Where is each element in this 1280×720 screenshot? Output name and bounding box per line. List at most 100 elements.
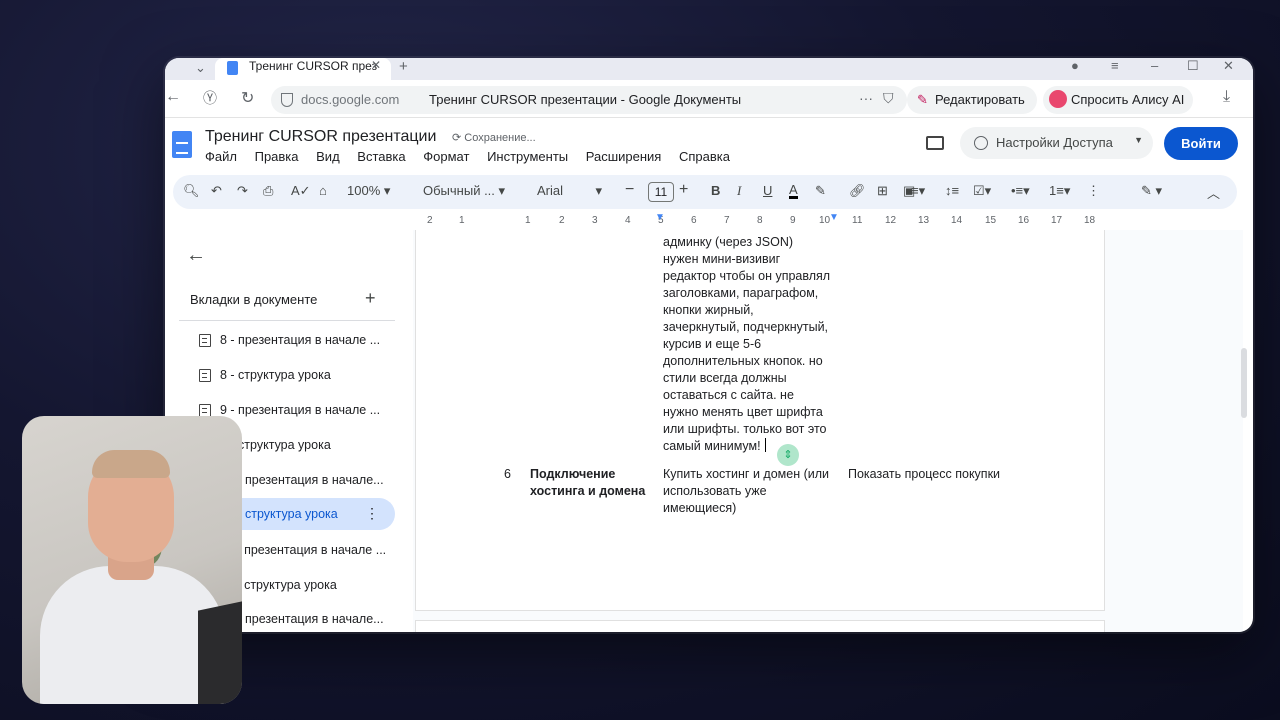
tabs-heading: Вкладки в документе [190,292,318,307]
download-icon[interactable]: ⤓ [1223,88,1230,106]
browser-tab[interactable]: Тренинг CURSOR през ✕ [215,58,391,80]
column-resize-handle-icon[interactable]: ⇕ [777,444,799,466]
ruler-tick: 11 [852,215,863,226]
menu-insert[interactable]: Вставка [357,149,405,164]
checklist-icon[interactable]: ☑▾ [973,183,991,199]
comments-icon[interactable] [926,136,944,150]
decrease-font-icon[interactable]: − [625,181,634,199]
menu-view[interactable]: Вид [316,149,340,164]
row-note[interactable]: Показать процесс покупки [848,466,1000,483]
row-title-line: Подключение [530,467,616,481]
ruler-tick: 4 [625,215,631,226]
highlight-icon[interactable]: ✎ [815,183,826,199]
font-size-input[interactable]: 11 [648,182,674,202]
print-icon[interactable]: ⎙ [263,183,273,199]
cell-line: кнопки жирный, [663,303,754,317]
cell-line: нужно менять цвет шрифта [663,405,823,419]
tab-list-chevron-icon[interactable]: ⌄ [195,60,206,76]
table-cell-description[interactable]: админку (через JSON) нужен мини-визивиг … [663,234,853,455]
url-domain: docs.google.com [301,92,400,107]
ruler-tick: 9 [790,215,796,226]
row-title[interactable]: Подключение хостинга и домена [530,466,645,500]
sidebar-tab-item[interactable]: 8 - презентация в начале ... [179,324,395,356]
ruler-tick: 1 [525,215,531,226]
paragraph-style-select[interactable]: Обычный ... ▾ [423,183,505,199]
menu-bar: Файл Правка Вид Вставка Формат Инструмен… [205,149,744,164]
ruler-tick: 17 [1051,215,1063,226]
spellcheck-icon[interactable]: A✓ [291,183,311,199]
more-options-icon[interactable]: ⋮ [1087,183,1100,199]
back-nav-icon[interactable]: ← [165,88,181,106]
close-tab-icon[interactable]: ✕ [371,58,381,72]
menu-icon[interactable]: ≡ [1111,58,1119,73]
next-page [415,620,1105,632]
menu-format[interactable]: Формат [423,149,469,164]
menu-extensions[interactable]: Расширения [586,149,662,164]
cell-line: админку (через JSON) [663,235,794,249]
link-icon[interactable]: 🔗︎ [849,183,866,199]
increase-font-icon[interactable]: + [679,181,688,199]
url-page-title: Тренинг CURSOR презентации - Google Доку… [429,92,742,107]
ask-alice-button[interactable]: Спросить Алису AI [1043,86,1193,114]
row-task-line: имеющиеся) [663,501,737,515]
reload-icon[interactable]: ↻ [241,88,254,108]
webcam-overlay [22,416,242,704]
redo-icon[interactable]: ↷ [237,183,248,199]
row-task[interactable]: Купить хостинг и домен (или использовать… [663,466,829,517]
line-spacing-icon[interactable]: ↕≡ [945,183,959,198]
right-indent-marker-icon[interactable]: ▼ [829,212,839,223]
ruler-tick: 15 [985,215,997,226]
align-icon[interactable]: ≡▾ [911,183,925,199]
font-select[interactable]: Arial ▾ [537,183,602,199]
browser-window: ⌄ Тренинг CURSOR през ✕ + ● ≡ – ☐ ✕ ← Ⓨ … [165,58,1253,632]
menu-file[interactable]: Файл [205,149,237,164]
cell-line: нужен мини-визивиг [663,252,781,266]
undo-icon[interactable]: ↶ [211,183,222,199]
row-task-line: использовать уже [663,484,767,498]
sidebar-tab-label: 8 - презентация в начале ... [220,333,381,347]
close-sidebar-arrow-icon[interactable]: ← [186,244,206,267]
new-tab-icon[interactable]: + [399,58,408,75]
bookmark-icon[interactable]: ⛉ [883,90,894,107]
collapse-toolbar-icon[interactable]: ︿ [1207,183,1220,202]
numbered-list-icon[interactable]: 1≡▾ [1049,183,1070,199]
url-field[interactable]: docs.google.com Тренинг CURSOR презентац… [271,86,907,114]
more-dots-icon[interactable]: ··· [859,90,873,106]
login-button[interactable]: Войти [1164,127,1238,160]
sidebar-tab-item[interactable]: 8 - структура урока [179,359,395,391]
italic-icon[interactable]: I [737,183,741,199]
maximize-icon[interactable]: ☐ [1187,58,1199,74]
bullet-list-icon[interactable]: •≡▾ [1011,183,1030,199]
bold-icon[interactable]: B [711,183,720,198]
indent-marker-icon[interactable]: ▼ [655,212,665,223]
add-tab-icon[interactable]: + [365,288,376,309]
style-value: Обычный ... [423,183,495,198]
editing-mode-icon[interactable]: ✎ ▾ [1141,183,1162,199]
underline-icon[interactable]: U [763,183,772,198]
close-window-icon[interactable]: ✕ [1223,58,1234,74]
minimize-icon[interactable]: – [1151,58,1158,73]
zoom-select[interactable]: 100% ▾ [347,183,390,199]
document-page[interactable]: админку (через JSON) нужен мини-визивиг … [415,230,1105,611]
scrollbar-thumb[interactable] [1241,348,1247,418]
tab-options-kebab-icon[interactable]: ⋮ [365,505,379,522]
text-color-icon[interactable]: A [789,183,798,199]
document-title[interactable]: Тренинг CURSOR презентации [205,128,436,146]
menu-edit[interactable]: Правка [255,149,299,164]
edit-button[interactable]: ✎ Редактировать [907,86,1037,114]
search-icon[interactable]: 🔍︎ [183,183,200,199]
profile-icon[interactable]: ● [1071,58,1079,73]
row-title-line: хостинга и домена [530,484,646,498]
ruler-tick: 2 [427,215,433,226]
menu-help[interactable]: Справка [679,149,730,164]
paint-format-icon[interactable]: ⌂ [319,183,327,198]
cell-line: стили всегда должны [663,371,787,385]
docs-logo-icon[interactable] [172,131,192,158]
ruler-tick: 12 [885,215,897,226]
menu-tools[interactable]: Инструменты [487,149,568,164]
access-settings-button[interactable]: Настройки Доступа ▼ [960,127,1153,159]
row-task-line: Купить хостинг и домен (или [663,467,829,481]
add-comment-icon[interactable]: ⊞ [877,183,888,199]
yandex-icon[interactable]: Ⓨ [203,88,217,108]
pencil-icon: ✎ [917,92,928,107]
